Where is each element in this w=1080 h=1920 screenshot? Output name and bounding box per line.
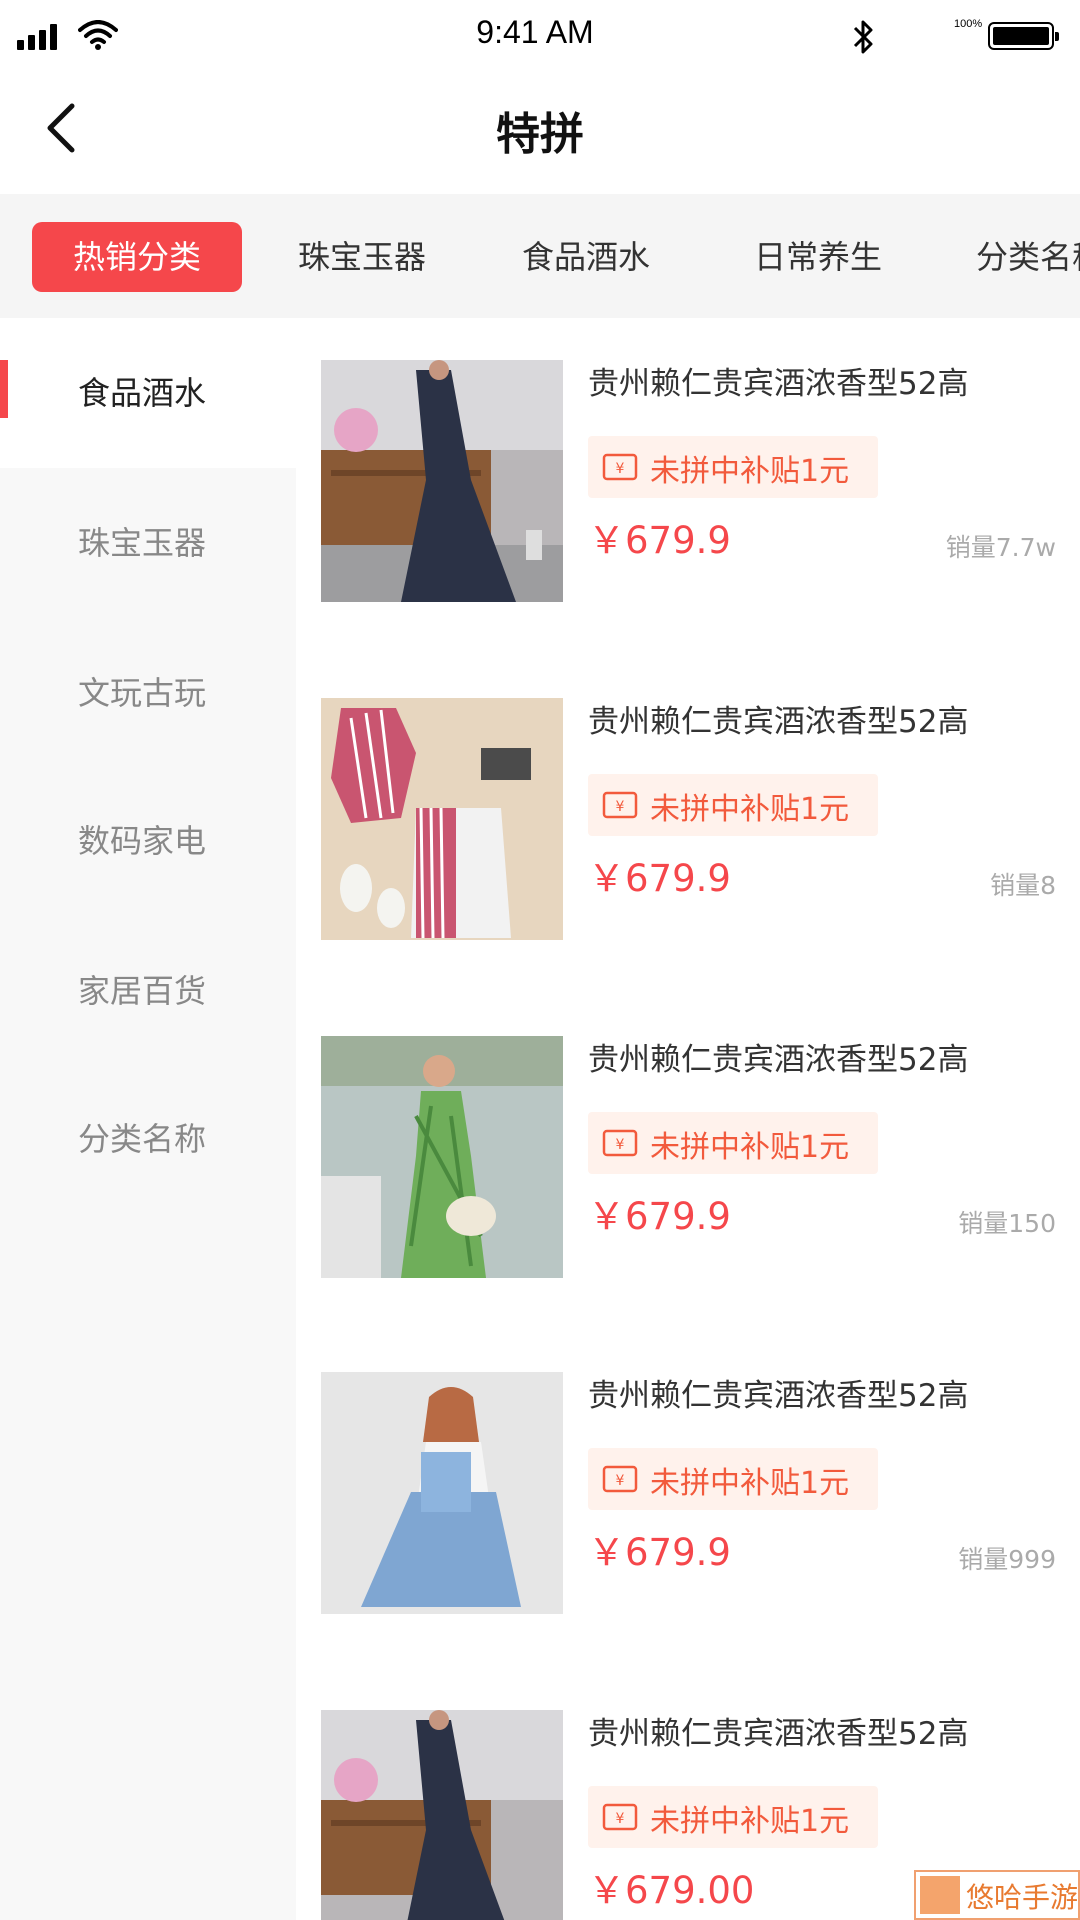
- coupon-badge: ¥ 未拼中补贴1元: [588, 436, 878, 498]
- battery-percent: 100%: [954, 18, 983, 30]
- coupon-text: 未拼中补贴1元: [650, 792, 850, 827]
- product-name: 贵州赖仁贵宾酒浓香型52高: [588, 366, 969, 402]
- sidebar-item-label: 文玩古玩: [78, 674, 207, 712]
- product-price: ￥679.00: [588, 1869, 755, 1912]
- product-image[interactable]: [321, 360, 563, 602]
- product-image[interactable]: [321, 698, 563, 940]
- sidebar-item-label: 数码家电: [78, 822, 207, 860]
- coupon-text: 未拼中补贴1元: [650, 1804, 850, 1839]
- status-time: 9:41 AM: [476, 14, 594, 50]
- svg-text:¥: ¥: [616, 461, 625, 477]
- tab-jewelry[interactable]: 珠宝玉器: [298, 222, 426, 292]
- coupon-badge: ¥ 未拼中补贴1元: [588, 1786, 878, 1848]
- sidebar-item-label: 食品酒水: [78, 374, 207, 412]
- product-image[interactable]: [321, 1372, 563, 1614]
- sales-count: 销量7.7w: [945, 533, 1056, 562]
- product-image[interactable]: [321, 1710, 563, 1920]
- bluetooth-icon: [853, 20, 873, 54]
- category-sidebar: 食品酒水 珠宝玉器 文玩古玩 数码家电 家居百货 分类名称: [0, 318, 296, 1920]
- watermark: 悠哈手游: [914, 1870, 1080, 1920]
- sales-count: 销量150: [958, 1209, 1056, 1238]
- product-price: ￥679.9: [588, 1195, 731, 1238]
- coupon-badge: ¥ 未拼中补贴1元: [588, 1112, 878, 1174]
- active-indicator: [0, 360, 8, 418]
- product-item[interactable]: 贵州赖仁贵宾酒浓香型52高 ¥ 未拼中补贴1元 ￥679.9 销量8: [296, 656, 1080, 996]
- coupon-text: 未拼中补贴1元: [650, 454, 850, 489]
- coupon-badge: ¥ 未拼中补贴1元: [588, 774, 878, 836]
- product-item[interactable]: 贵州赖仁贵宾酒浓香型52高 ¥ 未拼中补贴1元 ￥679.9 销量7.7w: [296, 318, 1080, 658]
- coupon-icon: ¥: [602, 791, 638, 819]
- sales-count: 销量8: [990, 871, 1056, 900]
- sidebar-item-antiques[interactable]: 文玩古玩: [0, 618, 296, 768]
- sidebar-item-label: 珠宝玉器: [78, 524, 207, 562]
- product-price: ￥679.9: [588, 519, 731, 562]
- product-name: 贵州赖仁贵宾酒浓香型52高: [588, 1378, 969, 1414]
- sidebar-item-digital[interactable]: 数码家电: [0, 766, 296, 916]
- product-price: ￥679.9: [588, 857, 731, 900]
- product-price: ￥679.9: [588, 1531, 731, 1574]
- svg-text:¥: ¥: [616, 1137, 625, 1153]
- coupon-icon: ¥: [602, 1129, 638, 1157]
- product-item[interactable]: 贵州赖仁贵宾酒浓香型52高 ¥ 未拼中补贴1元 ￥679.9 销量150: [296, 994, 1080, 1334]
- tab-daily-health[interactable]: 日常养生: [754, 222, 882, 292]
- page-title: 特拼: [496, 109, 584, 160]
- tab-category-name[interactable]: 分类名称: [976, 222, 1080, 292]
- product-item[interactable]: 贵州赖仁贵宾酒浓香型52高 ¥ 未拼中补贴1元 ￥679.9 销量999: [296, 1330, 1080, 1670]
- product-name: 贵州赖仁贵宾酒浓香型52高: [588, 1716, 969, 1752]
- svg-text:¥: ¥: [616, 799, 625, 815]
- sidebar-item-jewelry[interactable]: 珠宝玉器: [0, 468, 296, 618]
- status-bar: 9:41 AM 100%: [0, 0, 1080, 70]
- product-name: 贵州赖仁贵宾酒浓香型52高: [588, 1042, 969, 1078]
- svg-text:¥: ¥: [616, 1473, 625, 1489]
- coupon-icon: ¥: [602, 1465, 638, 1493]
- battery-icon: [988, 22, 1059, 50]
- product-name: 贵州赖仁贵宾酒浓香型52高: [588, 704, 969, 740]
- nav-bar: 特拼: [0, 70, 1080, 194]
- coupon-badge: ¥ 未拼中补贴1元: [588, 1448, 878, 1510]
- sidebar-item-label: 家居百货: [78, 972, 207, 1010]
- sales-count: 销量999: [958, 1545, 1056, 1574]
- coupon-text: 未拼中补贴1元: [650, 1130, 850, 1165]
- product-list: 贵州赖仁贵宾酒浓香型52高 ¥ 未拼中补贴1元 ￥679.9 销量7.7w 贵州…: [296, 318, 1080, 1920]
- watermark-text: 悠哈手游: [966, 1881, 1079, 1914]
- svg-text:¥: ¥: [616, 1811, 625, 1827]
- category-tab-bar: 热销分类 珠宝玉器 食品酒水 日常养生 分类名称: [0, 194, 1080, 318]
- sidebar-item-label: 分类名称: [78, 1120, 207, 1158]
- watermark-logo-icon: [920, 1876, 960, 1914]
- product-image[interactable]: [321, 1036, 563, 1278]
- tab-food-drinks[interactable]: 食品酒水: [522, 222, 650, 292]
- sidebar-item-home[interactable]: 家居百货: [0, 916, 296, 1066]
- tab-hot-category[interactable]: 热销分类: [32, 222, 242, 292]
- coupon-text: 未拼中补贴1元: [650, 1466, 850, 1501]
- coupon-icon: ¥: [602, 1803, 638, 1831]
- sidebar-item-food-drinks[interactable]: 食品酒水: [0, 318, 296, 468]
- sidebar-item-category-name[interactable]: 分类名称: [0, 1064, 296, 1214]
- coupon-icon: ¥: [602, 453, 638, 481]
